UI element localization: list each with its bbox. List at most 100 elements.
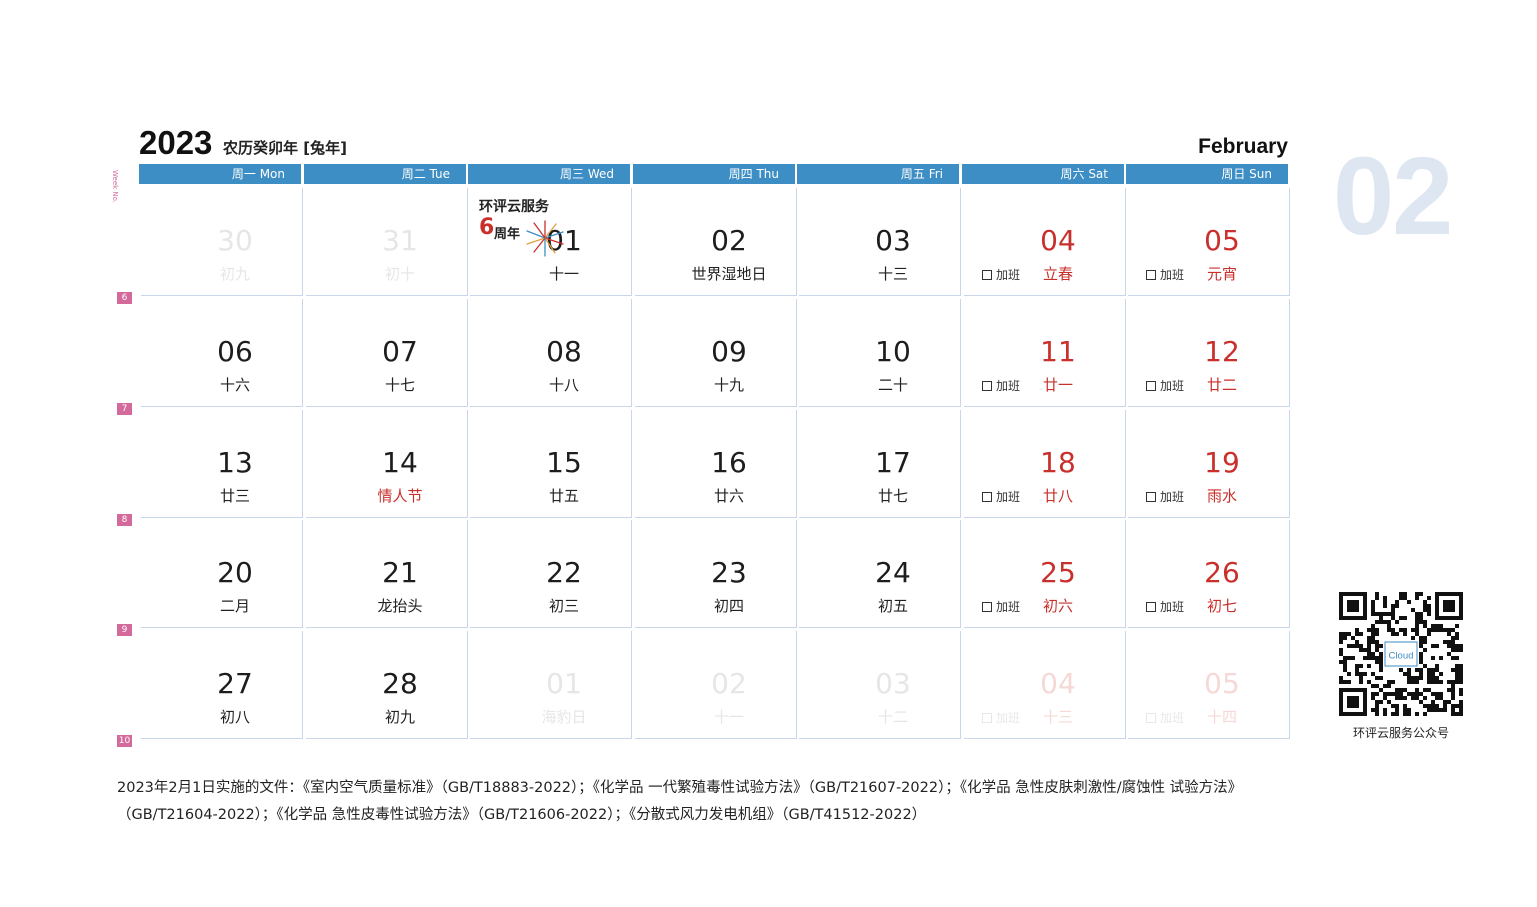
- day-cell[interactable]: 01 海豹日: [470, 631, 632, 739]
- lunar-date-label: 十九: [713, 376, 744, 394]
- day-number: 06: [217, 335, 253, 368]
- checkbox-icon: [982, 381, 992, 391]
- day-number: 15: [546, 446, 582, 479]
- day-number: 25: [1040, 556, 1076, 589]
- day-cell[interactable]: 04 十三 加班: [964, 631, 1126, 739]
- day-cell[interactable]: 05 元宵 加班: [1128, 188, 1290, 296]
- day-number: 02: [711, 667, 747, 700]
- overtime-checkbox[interactable]: 加班: [1146, 488, 1184, 505]
- weekday-header-4: 周四 Thu: [633, 164, 795, 184]
- lunar-date-label: 廿三: [219, 487, 250, 505]
- lunar-date-label: 初十: [384, 265, 415, 283]
- day-cell[interactable]: 17 廿七: [799, 410, 961, 518]
- week-number-badge: 7: [117, 403, 132, 415]
- day-number: 10: [875, 335, 911, 368]
- overtime-checkbox[interactable]: 加班: [982, 377, 1020, 394]
- day-number: 30: [217, 224, 253, 257]
- weekday-header-3: 周三 Wed: [468, 164, 630, 184]
- day-cell[interactable]: 15 廿五: [470, 410, 632, 518]
- lunar-date-label: 十一: [548, 265, 579, 283]
- day-cell[interactable]: 14 情人节: [306, 410, 468, 518]
- firework-icon: [526, 220, 564, 257]
- weekday-header-6: 周六 Sat: [962, 164, 1124, 184]
- weekday-header-2: 周二 Tue: [304, 164, 466, 184]
- qr-logo-text: Cloud: [1388, 650, 1413, 661]
- day-number: 05: [1204, 224, 1240, 257]
- day-cell[interactable]: 21 龙抬头: [306, 520, 468, 628]
- checkbox-icon: [982, 713, 992, 723]
- day-cell[interactable]: 27 初八: [141, 631, 303, 739]
- lunar-date-label: 十二: [877, 708, 908, 726]
- day-cell[interactable]: 09 十九: [635, 299, 797, 407]
- day-number: 31: [382, 224, 418, 257]
- day-cell[interactable]: 30 初九: [141, 188, 303, 296]
- day-cell[interactable]: 02 十一: [635, 631, 797, 739]
- day-cell[interactable]: 11 廿一 加班: [964, 299, 1126, 407]
- day-cell[interactable]: 22 初三: [470, 520, 632, 628]
- week-number-badge: 9: [117, 624, 132, 636]
- day-number: 14: [382, 446, 418, 479]
- checkbox-icon: [1146, 270, 1156, 280]
- footer-notice: 2023年2月1日实施的文件：《室内空气质量标准》（GB/T18883-2022…: [117, 780, 1243, 823]
- week-number-badge: 8: [117, 514, 132, 526]
- day-cell[interactable]: 25 初六 加班: [964, 520, 1126, 628]
- checkbox-icon: [982, 602, 992, 612]
- day-cell[interactable]: 04 立春 加班: [964, 188, 1126, 296]
- day-cell[interactable]: 06 十六: [141, 299, 303, 407]
- big-month-number: 02: [1333, 135, 1453, 258]
- day-cell[interactable]: 03 十三: [799, 188, 961, 296]
- day-cell[interactable]: 19 雨水 加班: [1128, 410, 1290, 518]
- overtime-label: 加班: [1160, 268, 1185, 282]
- qr-code-icon[interactable]: Cloud: [1339, 592, 1463, 716]
- overtime-label: 加班: [996, 711, 1021, 725]
- day-cell[interactable]: 05 十四 加班: [1128, 631, 1290, 739]
- day-cell[interactable]: 02 世界湿地日: [635, 188, 797, 296]
- overtime-checkbox[interactable]: 加班: [1146, 266, 1184, 283]
- day-cell[interactable]: 16 廿六: [635, 410, 797, 518]
- overtime-checkbox[interactable]: 加班: [982, 598, 1020, 615]
- day-cell[interactable]: 07 十七: [306, 299, 468, 407]
- lunar-date-label: 初九: [219, 265, 250, 283]
- day-number: 03: [875, 667, 911, 700]
- day-cell[interactable]: 03 十二: [799, 631, 961, 739]
- overtime-checkbox[interactable]: 加班: [982, 266, 1020, 283]
- day-cell[interactable]: 13 廿三: [141, 410, 303, 518]
- lunar-date-label: 初四: [713, 597, 744, 615]
- day-cell[interactable]: 10 二十: [799, 299, 961, 407]
- overtime-label: 加班: [1160, 711, 1185, 725]
- checkbox-icon: [1146, 492, 1156, 502]
- day-cell[interactable]: 20 二月: [141, 520, 303, 628]
- checkbox-icon: [1146, 713, 1156, 723]
- day-number: 24: [875, 556, 911, 589]
- overtime-checkbox[interactable]: 加班: [1146, 709, 1184, 726]
- overtime-checkbox[interactable]: 加班: [1146, 377, 1184, 394]
- day-cell[interactable]: 28 初九: [306, 631, 468, 739]
- day-cell[interactable]: 31 初十: [306, 188, 468, 296]
- lunar-date-label: 十七: [384, 376, 415, 394]
- overtime-checkbox[interactable]: 加班: [982, 488, 1020, 505]
- day-number: 12: [1204, 335, 1240, 368]
- overtime-label: 加班: [996, 490, 1021, 504]
- week-number-badge: 10: [117, 735, 132, 747]
- lunar-date-label: 十一: [713, 708, 744, 726]
- day-number: 21: [382, 556, 418, 589]
- day-number: 13: [217, 446, 253, 479]
- overtime-checkbox[interactable]: 加班: [1146, 598, 1184, 615]
- overtime-checkbox[interactable]: 加班: [982, 709, 1020, 726]
- day-cell[interactable]: 18 廿八 加班: [964, 410, 1126, 518]
- day-cell[interactable]: 12 廿二 加班: [1128, 299, 1290, 407]
- overtime-label: 加班: [1160, 379, 1185, 393]
- lunar-date-label: 世界湿地日: [691, 265, 767, 283]
- overtime-label: 加班: [996, 268, 1021, 282]
- weekday-header-7: 周日 Sun: [1126, 164, 1288, 184]
- day-cell[interactable]: 26 初七 加班: [1128, 520, 1290, 628]
- day-cell[interactable]: 23 初四: [635, 520, 797, 628]
- day-cell[interactable]: 24 初五: [799, 520, 961, 628]
- day-number: 28: [382, 667, 418, 700]
- overtime-label: 加班: [996, 379, 1021, 393]
- day-number: 16: [711, 446, 747, 479]
- lunar-date-label: 海豹日: [541, 708, 587, 726]
- month-name: February: [1198, 135, 1288, 158]
- day-cell[interactable]: 08 十八: [470, 299, 632, 407]
- day-number: 03: [875, 224, 911, 257]
